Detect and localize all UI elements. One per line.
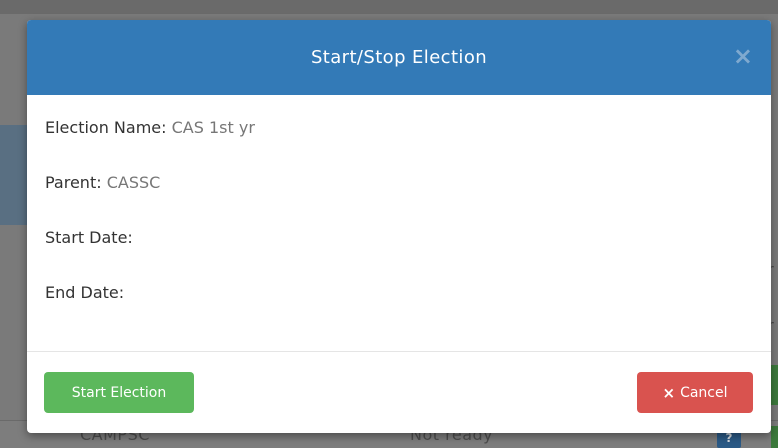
modal-header: Start/Stop Election × <box>27 20 771 95</box>
start-date-row: Start Date: <box>45 227 753 282</box>
start-election-button[interactable]: Start Election <box>44 372 194 413</box>
close-icon[interactable]: × <box>733 44 753 68</box>
modal-footer: Start Election × Cancel <box>27 352 771 433</box>
election-name-row: Election Name: CAS 1st yr <box>45 117 753 172</box>
modal-body: Election Name: CAS 1st yr Parent: CASSC … <box>27 95 771 352</box>
start-date-label: Start Date: <box>45 228 133 247</box>
end-date-label: End Date: <box>45 283 125 302</box>
election-name-value: CAS 1st yr <box>171 118 255 137</box>
parent-row: Parent: CASSC <box>45 172 753 227</box>
election-name-label: Election Name: <box>45 118 172 137</box>
cancel-button[interactable]: × Cancel <box>637 372 753 413</box>
end-date-row: End Date: <box>45 282 753 337</box>
close-icon: × <box>662 383 676 402</box>
parent-label: Parent: <box>45 173 107 192</box>
background-top-band <box>0 0 778 14</box>
background-panel-strip <box>0 125 28 225</box>
modal-title: Start/Stop Election <box>310 47 488 68</box>
background-green-button-edge <box>771 426 778 448</box>
start-stop-election-modal: Start/Stop Election × Election Name: CAS… <box>27 20 771 433</box>
cancel-button-label: Cancel <box>680 384 728 401</box>
background-green-button-edge <box>771 365 778 405</box>
parent-value: CASSC <box>106 173 161 192</box>
